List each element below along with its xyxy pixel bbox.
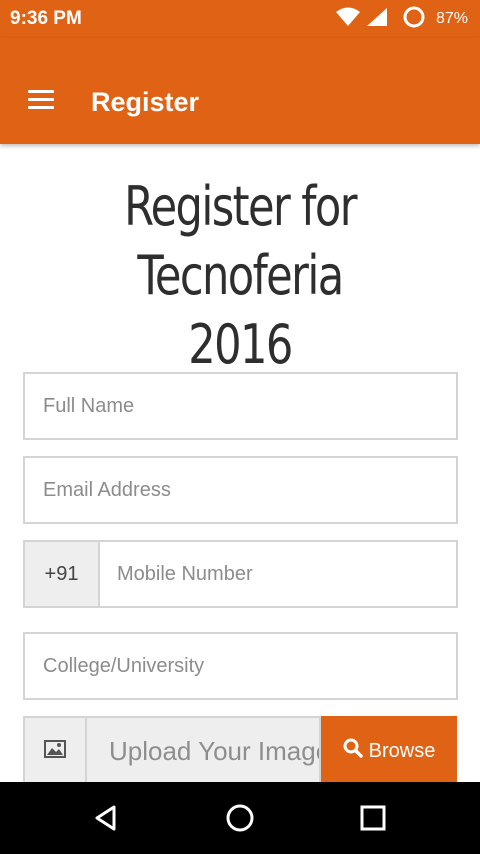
app-bar: Register [0,38,480,144]
upload-field-container [85,716,321,786]
status-time: 9:36 PM [10,8,82,29]
battery-percent: 87% [435,10,468,27]
status-bar: 9:36 PM 87% [0,0,480,38]
email-field-container [23,456,458,524]
page-title-line2: Tecnoferia 2016 [137,244,344,376]
wifi-icon [335,7,360,32]
browse-button[interactable]: Browse [321,716,457,786]
signal-icon [366,7,388,32]
page-title: Register for Tecnoferia 2016 [80,172,400,379]
full-name-field-container [23,372,458,440]
battery-icon [402,5,426,34]
status-icons: 87% [335,5,468,34]
mobile-input[interactable] [100,542,456,606]
upload-input-group: Browse [23,716,457,786]
college-field-container [23,632,458,700]
back-icon[interactable] [86,798,126,838]
college-input[interactable] [25,634,456,698]
home-icon[interactable] [220,798,260,838]
mobile-input-group: +91 [23,540,458,608]
system-nav-bar [0,782,480,854]
email-input[interactable] [25,458,456,522]
browse-button-label: Browse [368,739,436,762]
page-title-line1: Register for [124,175,357,238]
upload-image-input[interactable] [87,718,319,784]
app-title: Register [91,87,200,117]
upload-icon-box [23,716,85,786]
menu-icon[interactable] [26,88,58,112]
image-icon [44,739,66,763]
full-name-input[interactable] [25,374,456,438]
mobile-field-container [98,540,458,608]
recents-icon[interactable] [353,798,393,838]
phone-prefix: +91 [23,540,98,608]
search-icon [343,738,363,764]
